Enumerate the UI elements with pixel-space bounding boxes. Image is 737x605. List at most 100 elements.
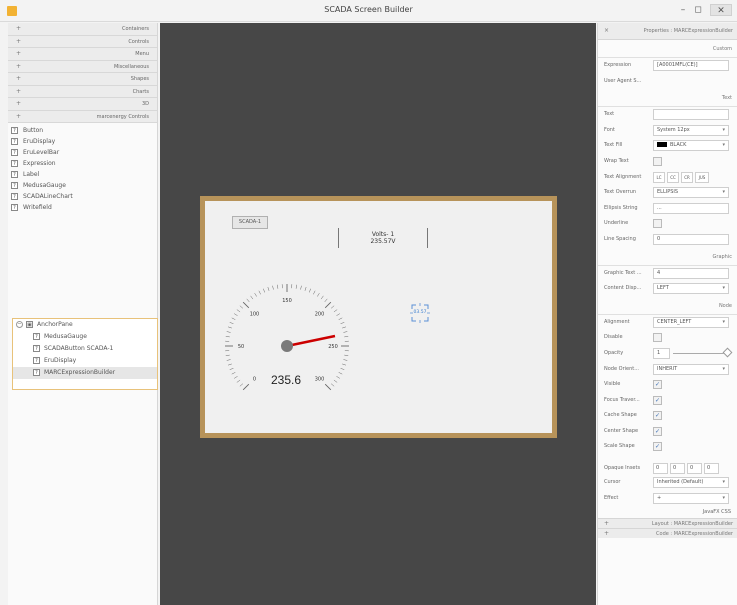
component-icon: ? [11,138,18,145]
section-text[interactable]: Text [598,89,737,108]
category-7[interactable]: + marcenergy Controls [8,110,157,123]
maximize-button[interactable]: ◻ [693,4,703,16]
inset-top-input[interactable]: 0 [653,463,668,475]
wrap-text-checkbox[interactable] [653,156,662,166]
hierarchy-node[interactable]: ? EruDisplay [13,355,157,367]
gauge-tick [342,326,347,329]
component-icon: ? [11,171,18,178]
expression-builder[interactable]: 03.57 [410,303,430,323]
category-5[interactable]: + Charts [8,85,157,98]
design-canvas[interactable]: SCADA-1 Volts- 1 235.57V 0 50 100 150 200 250… [160,23,596,605]
palette-item[interactable]: ? SCADALineChart [8,192,157,203]
content-display-select[interactable]: LEFT [653,283,729,295]
scale-shape-checkbox[interactable]: ✓ [653,442,662,452]
layout-section[interactable]: + Layout : MARCExpressionBuilder [598,518,737,529]
prop-visible: Visible ✓ [604,380,662,390]
opacity-slider-thumb[interactable] [722,347,733,358]
line-spacing-input[interactable]: 0 [653,233,729,245]
opacity-slider-track[interactable] [673,352,725,354]
align-center-button[interactable]: CC [667,171,679,183]
hierarchy-node[interactable]: ? MARCExpressionBuilder [13,367,157,379]
properties-header[interactable]: × Properties : MARCExpressionBuilder [598,23,737,40]
category-0[interactable]: + Containers [8,23,157,36]
section-custom[interactable]: Custom [598,40,737,58]
palette-item[interactable]: ? MedusaGauge [8,181,157,192]
gauge-tick-label: 200 [315,311,325,317]
palette-item[interactable]: ? Button [8,126,157,137]
javafx-css-link[interactable]: JavaFX CSS [598,506,737,518]
gauge-tick [234,376,238,379]
font-select[interactable]: System 12px [653,124,729,136]
hierarchy-node[interactable]: ? MedusaGauge [13,331,157,343]
align-right-button[interactable]: CR [681,171,693,183]
prop-opacity: Opacity 1 [598,346,737,362]
palette-item[interactable]: ? Label [8,170,157,181]
visible-checkbox[interactable]: ✓ [653,380,662,390]
gauge-tick-label: 50 [238,344,244,350]
scada-line-chart[interactable]: Volts- 1 235.57V [338,228,428,248]
expression-input[interactable]: [A0001MFL(CE)] [653,60,729,71]
prop-content-display: Content Disp... LEFT [598,281,737,297]
category-list: + Containers + Controls + Menu + Miscellaneous +… [8,23,157,123]
collapse-icon[interactable]: − [16,321,23,328]
category-4[interactable]: + Shapes [8,73,157,86]
ellipsis-input[interactable]: ... [653,202,729,214]
category-2[interactable]: + Menu [8,48,157,61]
hierarchy-panel: − ▣ AnchorPane ? MedusaGauge? SCADAButton … [12,318,158,390]
gauge-tick [317,293,320,297]
palette-item[interactable]: ? Writefield [8,203,157,214]
expand-icon: + [604,520,610,528]
expand-icon: + [16,37,22,45]
align-left-button[interactable]: LC [653,171,665,183]
gauge-tick [338,317,343,320]
cache-shape-checkbox[interactable]: ✓ [653,411,662,421]
prop-underline: Underline [598,216,737,232]
palette-item[interactable]: ? Expression [8,159,157,170]
inset-left-input[interactable]: 0 [704,463,719,475]
properties-title: Properties : MARCExpressionBuilder [643,28,733,34]
section-graphic[interactable]: Graphic [598,248,737,266]
cursor-select[interactable]: Inherited (Default) [653,477,729,489]
inset-bottom-input[interactable]: 0 [687,463,702,475]
alignment-select[interactable]: CENTER_LEFT [653,316,729,328]
gauge-tick [324,383,332,391]
underline-checkbox[interactable] [653,219,662,229]
node-orientation-select[interactable]: INHERIT [653,363,729,375]
prop-font: Font System 12px [598,123,737,139]
code-section[interactable]: + Code : MARCExpressionBuilder [598,528,737,539]
text-fill-select[interactable]: BLACK [653,140,729,152]
gauge-tick [336,313,340,316]
opacity-input[interactable]: 1 [653,347,670,359]
prop-focus-traversable: Focus Traver... ✓ [604,395,662,405]
graphic-gap-input[interactable]: 4 [653,267,729,279]
gauge-tick [295,284,297,289]
align-justify-button[interactable]: JUS [695,171,709,183]
anchor-pane[interactable]: SCADA-1 Volts- 1 235.57V 0 50 100 150 200 250… [200,196,557,438]
scada-button[interactable]: SCADA-1 [232,216,268,229]
gauge-tick [227,363,232,366]
text-overrun-select[interactable]: ELLIPSIS [653,187,729,199]
inset-right-input[interactable]: 0 [670,463,685,475]
palette-item[interactable]: ? EruDisplay [8,137,157,148]
text-input[interactable] [653,109,729,121]
category-6[interactable]: +3D [8,98,157,111]
category-3[interactable]: + Miscellaneous [8,60,157,73]
palette-item[interactable]: ? EruLevelBar [8,148,157,159]
component-icon: ? [11,127,18,134]
effect-select[interactable]: + [653,492,729,504]
section-node[interactable]: Node [598,297,737,315]
expand-icon: + [16,50,22,57]
library-panel: + Containers + Controls + Menu + Miscellaneous +… [8,23,158,605]
close-button[interactable]: ✕ [710,4,732,16]
minimize-button[interactable]: – [678,4,688,16]
focus-traversable-checkbox[interactable]: ✓ [653,395,662,405]
prop-scale-shape: Scale Shape ✓ [604,442,662,452]
gauge-tick [250,295,254,300]
expand-icon: + [16,75,22,82]
hierarchy-node[interactable]: ? SCADAButton SCADA-1 [13,343,157,355]
disable-checkbox[interactable] [653,333,662,343]
category-1[interactable]: + Controls [8,35,157,48]
hierarchy-root[interactable]: − ▣ AnchorPane [13,319,157,331]
center-shape-checkbox[interactable]: ✓ [653,426,662,436]
gauge-tick [242,301,250,309]
